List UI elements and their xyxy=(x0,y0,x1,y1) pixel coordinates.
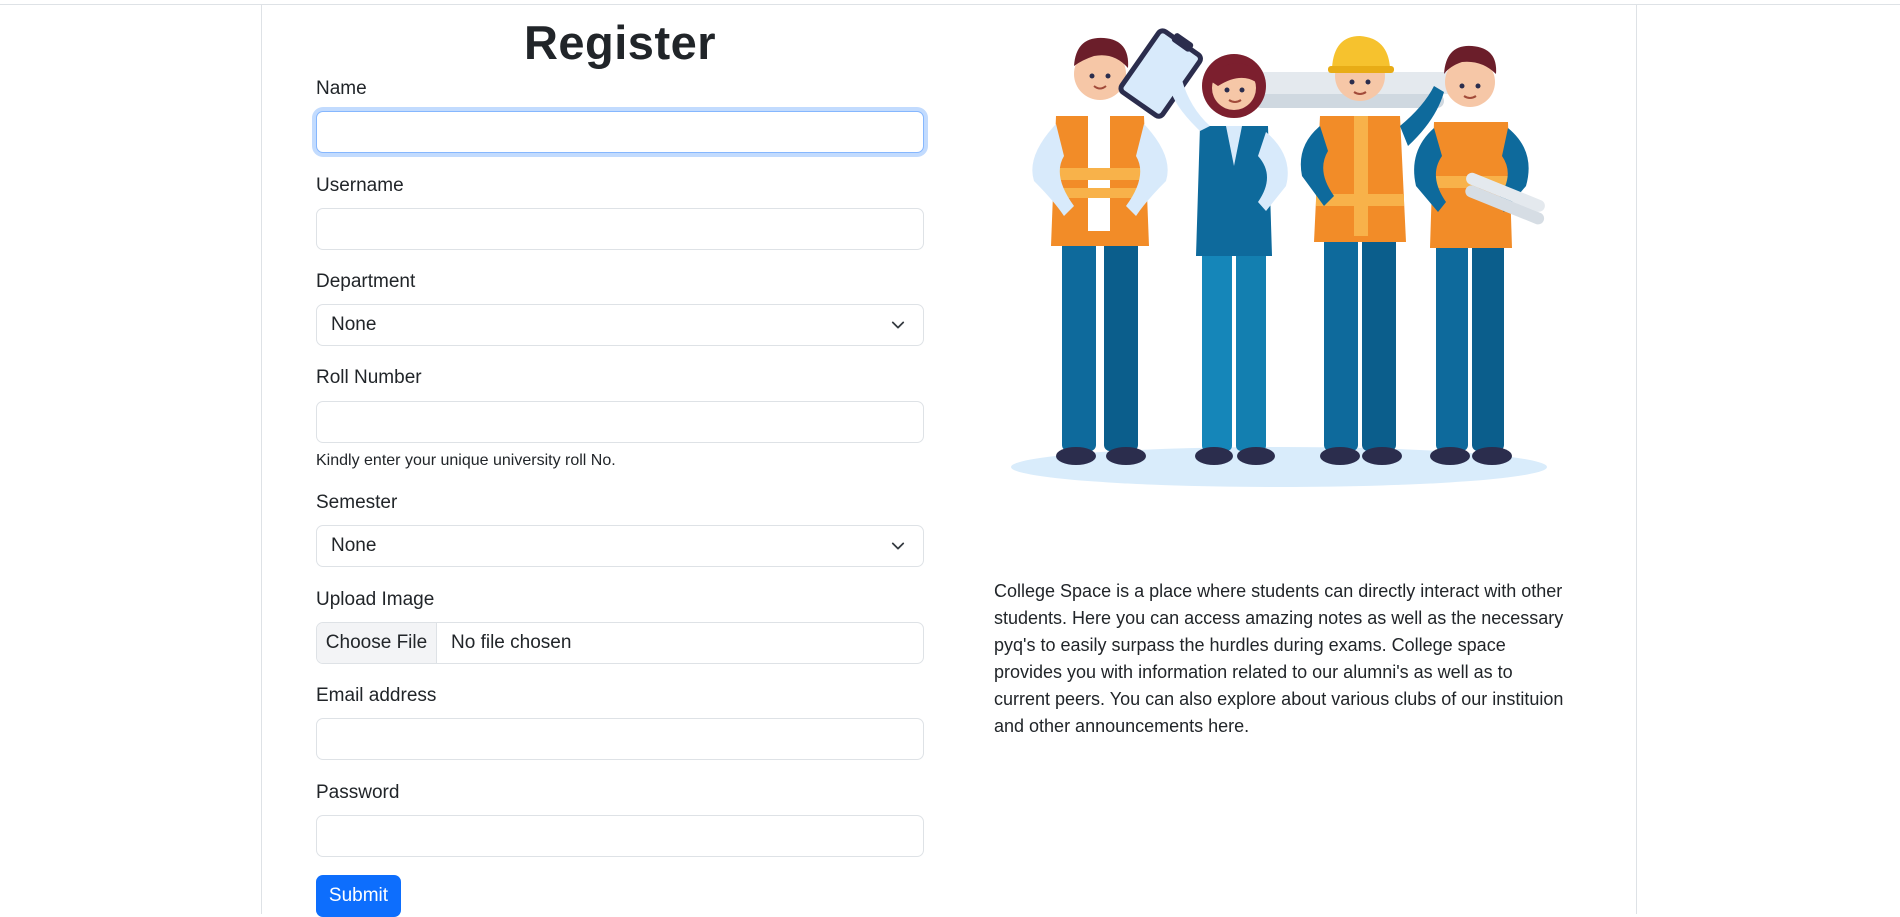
semester-selected-value: None xyxy=(331,535,377,556)
chevron-down-icon xyxy=(891,542,905,550)
roll-number-hint: Kindly enter your unique university roll… xyxy=(316,452,616,469)
email-input[interactable] xyxy=(316,718,924,760)
about-description: College Space is a place where students … xyxy=(994,581,1564,736)
department-label: Department xyxy=(316,271,416,292)
department-select[interactable]: None xyxy=(316,304,924,346)
chevron-down-icon xyxy=(891,321,905,329)
semester-select[interactable]: None xyxy=(316,525,924,567)
department-selected-value: None xyxy=(331,314,377,335)
name-input[interactable] xyxy=(316,111,924,153)
page-title: Register xyxy=(523,16,717,69)
roll-number-label: Roll Number xyxy=(316,367,422,388)
username-input[interactable] xyxy=(316,208,924,250)
password-label: Password xyxy=(316,782,400,803)
submit-button[interactable]: Submit xyxy=(316,875,401,917)
semester-label: Semester xyxy=(316,492,398,513)
upload-image-label: Upload Image xyxy=(316,589,435,610)
password-input[interactable] xyxy=(316,815,924,857)
username-label: Username xyxy=(316,175,404,196)
email-label: Email address xyxy=(316,685,437,706)
workers-illustration xyxy=(1011,28,1547,487)
clipboard xyxy=(1118,28,1203,119)
choose-file-button[interactable]: Choose File xyxy=(317,623,437,663)
worker-2-figure xyxy=(1170,54,1288,465)
upload-image-input[interactable]: Choose File No file chosen xyxy=(316,622,924,664)
name-label: Name xyxy=(316,78,367,99)
roll-number-input[interactable] xyxy=(316,401,924,443)
file-status: No file chosen xyxy=(451,632,572,653)
